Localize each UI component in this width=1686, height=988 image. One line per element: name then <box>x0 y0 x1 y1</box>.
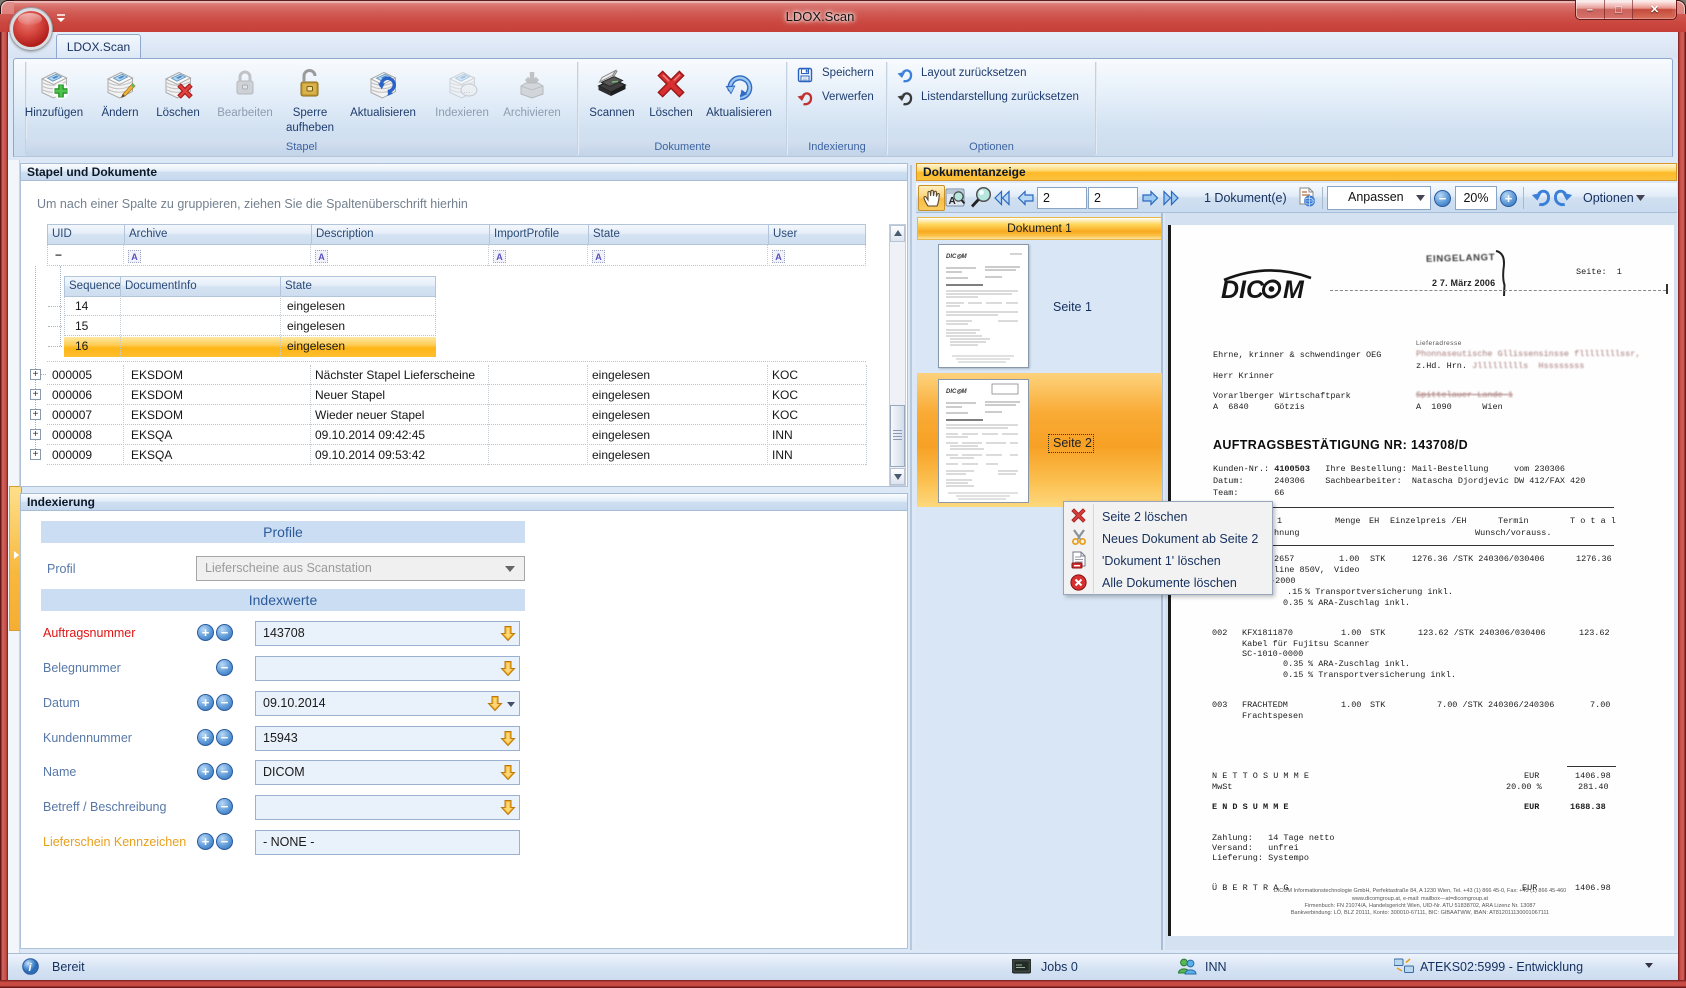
svg-text:DIC◎M: DIC◎M <box>946 254 968 260</box>
svg-text:DIC: DIC <box>1221 276 1265 304</box>
svg-text:M: M <box>1283 276 1305 304</box>
svg-text:DIC◎M: DIC◎M <box>946 389 968 395</box>
